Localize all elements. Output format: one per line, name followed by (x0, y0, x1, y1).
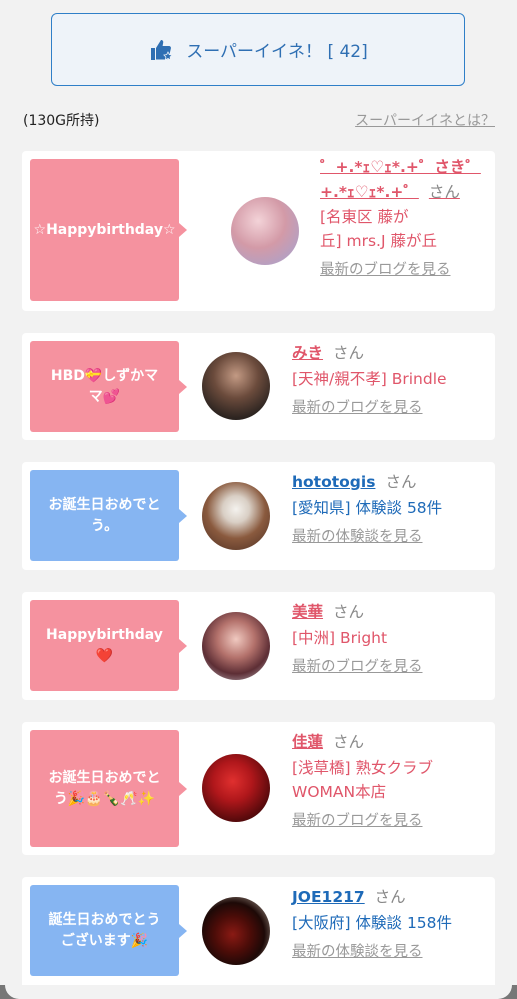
review-info: [愛知県] 体験談 58件 (292, 499, 443, 518)
holding-count: (130G所持) (23, 113, 100, 129)
user-name-text: 美華 (292, 603, 324, 621)
avatar[interactable] (202, 897, 270, 965)
user-name-text: JOE1217 (292, 888, 365, 906)
user-name-line1: ゜+.*ｪ♡ｪ*.+゜さき゜ (320, 158, 481, 176)
message-line1: 誕生日おめでとう (48, 912, 161, 929)
message-line1: HBD💝しずかマ (50, 368, 159, 385)
message-text: お誕生日おめでと う。 (49, 495, 161, 536)
message-line1: Happybirthday (46, 627, 163, 644)
user-info: hototogis さん [愛知県] 体験談 58件 最新の体験談を見る (292, 470, 492, 549)
super-like-button[interactable]: スーパーイイネ！ [ 42] (51, 13, 465, 86)
san-suffix: さん (374, 888, 406, 906)
user-name-line2: +.*ｪ♡ｪ*.+゜ (320, 182, 419, 201)
shop-info-line2: WOMAN本店 (292, 783, 387, 802)
user-info: JOE1217 さん [大阪府] 体験談 158件 最新の体験談を見る (292, 885, 492, 964)
message-line2: マ💕 (88, 388, 121, 405)
message-bubble: ☆Happybirthday☆ (30, 159, 187, 301)
latest-blog-link[interactable]: 最新のブログを見る (292, 810, 492, 832)
message-line2: う。 (90, 517, 119, 534)
screen-bottom-inner (5, 985, 512, 999)
shop-info-line1: [浅草橋] 熟女クラブ (292, 759, 434, 778)
avatar[interactable] (202, 482, 270, 550)
message-bubble: お誕生日おめでと う。 (30, 470, 187, 561)
list-item: お誕生日おめでと う。 hototogis さん [愛知県] 体験談 58件 最新の… (22, 462, 495, 570)
user-name[interactable]: hototogis さん (292, 470, 492, 494)
user-name-text: hototogis (292, 473, 376, 491)
avatar[interactable] (231, 197, 299, 265)
user-name[interactable]: 佳蓮 さん (292, 730, 492, 754)
message-text: HBD💝しずかマ マ💕 (51, 366, 158, 407)
latest-blog-link[interactable]: 最新のブログを見る (320, 259, 490, 281)
screen-bottom-edge (0, 985, 517, 999)
message-text: ☆Happybirthday☆ (33, 221, 176, 238)
thumbs-up-star-icon (151, 39, 174, 61)
avatar[interactable] (202, 352, 270, 420)
message-line2: う🎉🎂🍾🥂✨ (53, 790, 156, 807)
message-bubble: お誕生日おめでと う🎉🎂🍾🥂✨ (30, 730, 187, 847)
avatar[interactable] (202, 612, 270, 680)
user-name[interactable]: ゜+.*ｪ♡ｪ*.+゜さき゜ +.*ｪ♡ｪ*.+゜ さん (320, 155, 490, 205)
avatar[interactable] (202, 754, 270, 822)
shop-info-line2: 丘] mrs.J 藤が丘 (320, 231, 437, 250)
user-name-text: みき (292, 344, 324, 362)
message-bubble: 誕生日おめでとう ございます🎉 (30, 885, 187, 976)
shop-info: [浅草橋] 熟女クラブ WOMAN本店 (292, 756, 492, 804)
user-info: みき さん [天神/親不孝] Brindle 最新のブログを見る (292, 341, 492, 420)
latest-review-link[interactable]: 最新の体験談を見る (292, 526, 492, 548)
message-text: お誕生日おめでと う🎉🎂🍾🥂✨ (49, 768, 161, 809)
san-suffix: さん (333, 344, 365, 362)
san-suffix: さん (333, 603, 365, 621)
message-text: Happybirthday ❤️ (46, 625, 163, 666)
shop-info: [天神/親不孝] Brindle (292, 370, 447, 389)
user-name-text: 佳蓮 (292, 733, 324, 751)
user-name[interactable]: みき さん (292, 341, 492, 365)
latest-blog-link[interactable]: 最新のブログを見る (292, 656, 492, 678)
shop-info: [中洲] Bright (292, 629, 388, 648)
message-line2: ❤️ (95, 647, 114, 664)
user-name[interactable]: 美華 さん (292, 600, 492, 624)
list-item: HBD💝しずかマ マ💕 みき さん [天神/親不孝] Brindle 最新のブログを… (22, 333, 495, 440)
list-item: ☆Happybirthday☆ ゜+.*ｪ♡ｪ*.+゜さき゜ +.*ｪ♡ｪ*.+… (22, 151, 495, 311)
message-line2: ございます🎉 (60, 932, 149, 949)
message-text: 誕生日おめでとう ございます🎉 (49, 910, 161, 951)
san-suffix: さん (385, 473, 417, 491)
message-line1: お誕生日おめでと (48, 497, 161, 514)
shop-info: [名東区 藤が 丘] mrs.J 藤が丘 (320, 205, 490, 253)
san-suffix: さん (333, 733, 365, 751)
super-like-label: スーパーイイネ！ [ 42] (186, 42, 368, 62)
message-bubble: Happybirthday ❤️ (30, 600, 187, 691)
user-info: ゜+.*ｪ♡ｪ*.+゜さき゜ +.*ｪ♡ｪ*.+゜ さん [名東区 藤が 丘] m… (320, 155, 490, 281)
latest-review-link[interactable]: 最新の体験談を見る (292, 941, 492, 963)
page: { "top_button": {"label": "スーパーイイネ！ [ 42… (0, 0, 517, 999)
message-bubble: HBD💝しずかマ マ💕 (30, 341, 187, 432)
review-info: [大阪府] 体験談 158件 (292, 914, 453, 933)
san-suffix: さん (428, 182, 460, 201)
latest-blog-link[interactable]: 最新のブログを見る (292, 397, 492, 419)
super-like-about-link[interactable]: スーパーイイネとは？ (355, 110, 495, 130)
message-line1: お誕生日おめでと (48, 770, 161, 787)
list-item: Happybirthday ❤️ 美華 さん [中洲] Bright 最新のブログを… (22, 592, 495, 700)
shop-info-line1: [名東区 藤が (320, 207, 409, 226)
user-info: 佳蓮 さん [浅草橋] 熟女クラブ WOMAN本店 最新のブログを見る (292, 730, 492, 833)
user-info: 美華 さん [中洲] Bright 最新のブログを見る (292, 600, 492, 679)
list-item: お誕生日おめでと う🎉🎂🍾🥂✨ 佳蓮 さん [浅草橋] 熟女クラブ WOMAN本店 … (22, 722, 495, 855)
list-item: 誕生日おめでとう ございます🎉 JOE1217 さん [大阪府] 体験談 158件 … (22, 877, 495, 989)
user-name[interactable]: JOE1217 さん (292, 885, 492, 909)
